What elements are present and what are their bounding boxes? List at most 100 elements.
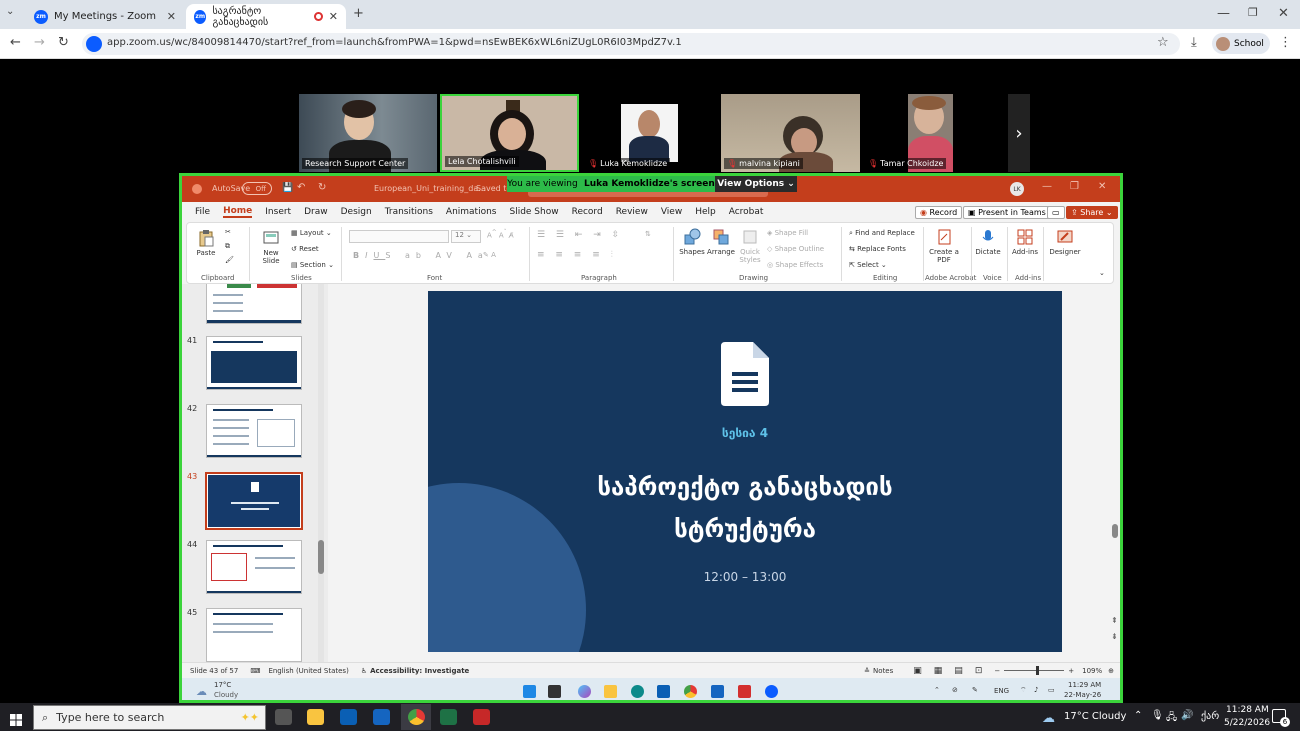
dictate-button[interactable]: Dictate (975, 228, 1001, 256)
next-participants-button[interactable]: › (1008, 94, 1030, 172)
present-in-teams-button[interactable]: ▣ Present in Teams (963, 206, 1051, 219)
fit-to-window-icon[interactable]: ⊕ (1108, 667, 1114, 675)
alignment-icon[interactable]: ≡ ≡ ≡ ≡ ⫶ (537, 250, 617, 260)
new-slide-button[interactable]: New Slide (257, 229, 285, 265)
close-icon[interactable]: ✕ (1098, 181, 1106, 192)
slide-scrollbar[interactable]: ⇞ ⇟ (1110, 284, 1120, 662)
store-icon[interactable] (657, 685, 670, 698)
language-status[interactable]: English (United States) (268, 667, 348, 675)
slide-thumbnail-selected[interactable] (205, 472, 303, 530)
edge-icon[interactable] (631, 685, 644, 698)
font-size-select[interactable]: 12 ⌄ (451, 230, 481, 243)
remote-language[interactable]: ENG (994, 687, 1009, 695)
tab-home[interactable]: Home (223, 206, 253, 218)
battery-icon[interactable]: ▭ (1048, 686, 1055, 694)
save-icon[interactable]: 💾 (282, 183, 293, 193)
tab-acrobat[interactable]: Acrobat (729, 207, 764, 217)
participant-tile-active-speaker[interactable]: Lela Chotalishvili (440, 94, 579, 172)
file-explorer-icon[interactable] (604, 685, 617, 698)
excel-icon[interactable] (440, 709, 457, 725)
slideshow-icon[interactable]: ⊡ (975, 666, 983, 676)
previous-slide-icon[interactable]: ⇞ (1111, 616, 1118, 625)
section-button[interactable]: ▤ Section ⌄ (291, 261, 334, 269)
select-button[interactable]: ⇱ Select ⌄ (849, 261, 887, 269)
acrobat-icon[interactable] (738, 685, 751, 698)
windows-start-icon[interactable] (10, 711, 22, 726)
task-view-icon[interactable] (548, 685, 561, 698)
scrollbar-thumb[interactable] (1112, 524, 1118, 538)
close-icon[interactable]: ✕ (329, 10, 338, 23)
back-icon[interactable]: ← (10, 35, 21, 50)
pen-icon[interactable]: ✎ (972, 686, 978, 694)
slide-thumbnail[interactable] (206, 336, 302, 390)
font-grow-icon[interactable]: A^ Aˇ A̸ (487, 230, 514, 239)
close-window-icon[interactable]: ✕ (1278, 6, 1289, 21)
comments-button[interactable]: ▭ (1047, 206, 1065, 219)
show-hidden-icons-icon[interactable]: ⌃ (1134, 710, 1142, 721)
zoom-app-icon[interactable] (765, 685, 778, 698)
participant-tile[interactable]: 🎙 Tamar Chkoidze (862, 94, 953, 172)
minimize-icon[interactable]: — (1217, 6, 1230, 21)
paste-button[interactable]: Paste (193, 229, 219, 257)
shape-fill-button[interactable]: ◈ Shape Fill (767, 229, 808, 237)
speaker-icon[interactable]: ♪ (1034, 686, 1038, 694)
taskbar-date[interactable]: 5/22/2026 (1224, 718, 1270, 728)
zoom-level[interactable]: 109% (1082, 667, 1102, 675)
tab-transitions[interactable]: Transitions (385, 207, 433, 217)
microphone-icon[interactable]: 🎙 (1151, 710, 1164, 721)
participant-tile[interactable]: 🎙 Luka Kemoklidze (582, 94, 718, 172)
profile-chip[interactable]: School (1212, 33, 1270, 54)
outlook-icon[interactable] (711, 685, 724, 698)
bookmark-star-icon[interactable]: ☆ (1157, 35, 1169, 50)
wifi-icon[interactable]: ⌔ (1020, 686, 1027, 695)
menu-icon[interactable]: ⋮ (1279, 35, 1292, 50)
add-ins-button[interactable]: Add-ins (1011, 228, 1039, 256)
slide-thumbnail[interactable] (206, 284, 302, 324)
tab-draw[interactable]: Draw (304, 207, 328, 217)
download-icon[interactable]: ⤓ (1191, 35, 1197, 50)
tab-file[interactable]: File (195, 207, 210, 217)
avatar[interactable]: LK (1010, 182, 1024, 196)
spellcheck-icon[interactable]: ⌨ (250, 667, 260, 675)
participant-tile[interactable]: 🎙 malvina kipiani (721, 94, 860, 172)
speaker-icon[interactable]: 🔊 (1181, 710, 1193, 721)
zoom-slider[interactable] (1004, 666, 1065, 675)
tab-search-button[interactable]: ⌄ (6, 6, 14, 17)
chrome-icon[interactable] (408, 709, 425, 725)
taskbar-time[interactable]: 11:28 AM (1226, 705, 1269, 715)
copilot-icon[interactable] (578, 685, 591, 698)
minimize-icon[interactable]: — (1042, 181, 1052, 192)
reset-button[interactable]: ↺ Reset (291, 245, 319, 253)
forward-icon[interactable]: → (34, 35, 45, 50)
show-hidden-icons-icon[interactable]: ⌃ (934, 686, 940, 694)
view-options-button[interactable]: View Options ⌄ (715, 176, 797, 192)
chrome-icon[interactable] (684, 685, 697, 698)
network-off-icon[interactable]: ⊘ (952, 686, 958, 694)
maximize-icon[interactable]: ❐ (1248, 6, 1258, 19)
participant-tile[interactable]: Research Support Center (299, 94, 437, 172)
new-tab-icon[interactable]: + (353, 6, 364, 21)
zoom-out-icon[interactable]: − (994, 667, 1000, 675)
shape-outline-button[interactable]: ◇ Shape Outline (767, 245, 824, 253)
quick-styles-button[interactable]: Quick Styles (737, 228, 763, 264)
designer-button[interactable]: Designer (1049, 228, 1081, 256)
app-icon[interactable] (473, 709, 490, 725)
slide-sorter-icon[interactable]: ▦ (934, 666, 943, 676)
browser-tab-meeting[interactable]: zm საგრანტო განაცხადის ✕ (186, 4, 346, 29)
file-explorer-icon[interactable] (307, 709, 324, 725)
tab-insert[interactable]: Insert (265, 207, 291, 217)
shapes-button[interactable]: Shapes (679, 228, 705, 256)
browser-tab-zoom[interactable]: zm My Meetings - Zoom ✕ (26, 4, 184, 29)
close-icon[interactable]: ✕ (167, 10, 176, 23)
record-button[interactable]: ◉ Record (915, 206, 963, 219)
network-icon[interactable]: 🖧 (1166, 710, 1177, 727)
font-format-buttons[interactable]: BIUS ab AV Aa (353, 251, 489, 260)
arrange-button[interactable]: Arrange (707, 228, 735, 256)
share-button[interactable]: ⇪ Share ⌄ (1066, 206, 1118, 219)
tab-view[interactable]: View (661, 207, 682, 217)
slide-thumbnail[interactable] (206, 540, 302, 594)
tab-help[interactable]: Help (695, 207, 716, 217)
reload-icon[interactable]: ↻ (58, 35, 69, 50)
create-pdf-button[interactable]: Create a PDF (929, 228, 959, 264)
site-info-icon[interactable] (86, 36, 102, 52)
